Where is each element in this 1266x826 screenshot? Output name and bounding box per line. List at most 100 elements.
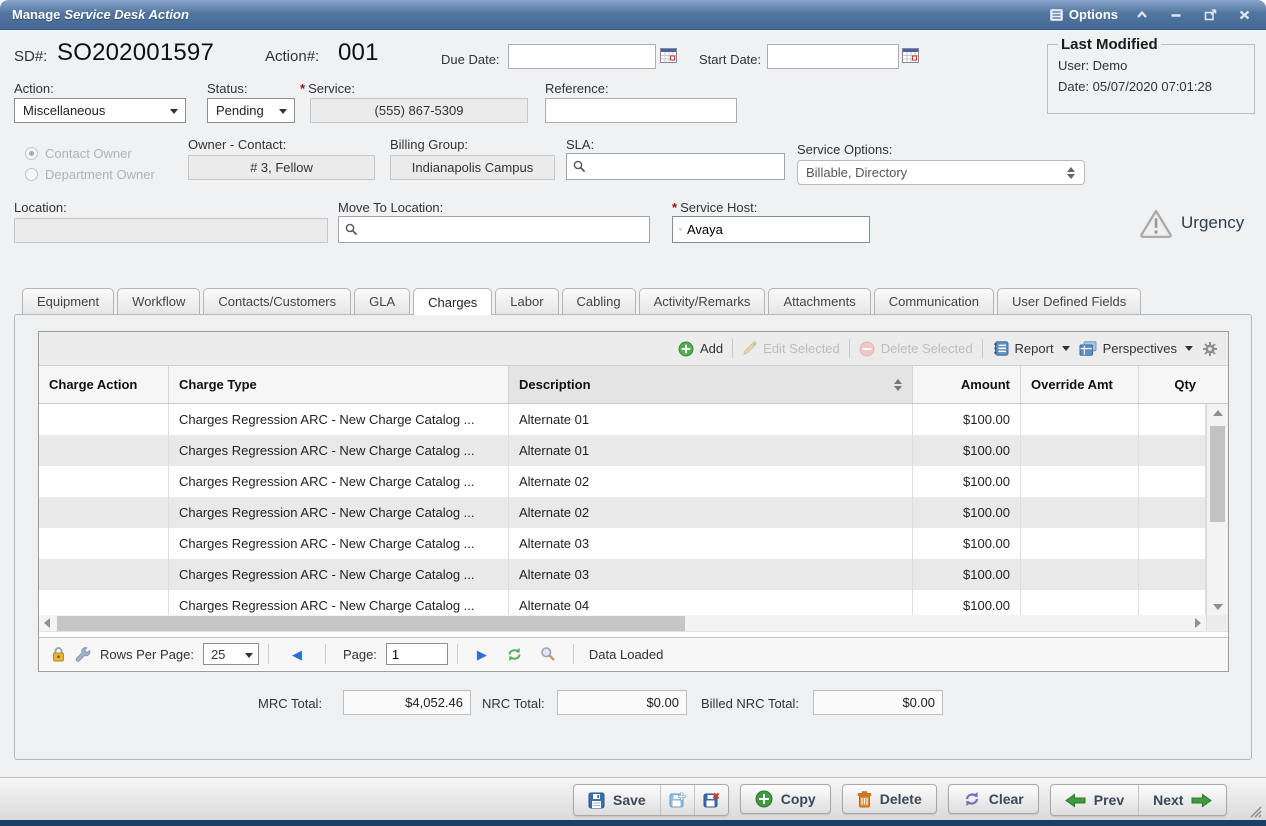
pager-divider (457, 644, 458, 664)
department-owner-label: Department Owner (45, 167, 155, 182)
sla-search-field[interactable] (566, 153, 785, 180)
options-button[interactable]: Options (1050, 7, 1118, 22)
copy-label: Copy (781, 791, 816, 807)
urgency-button[interactable]: Urgency (1139, 208, 1244, 238)
delete-selected-label: Delete Selected (881, 341, 973, 356)
move-to-location-search-field[interactable] (338, 216, 650, 243)
contact-owner-radio[interactable]: Contact Owner (25, 146, 132, 161)
department-owner-radio[interactable]: Department Owner (25, 167, 155, 182)
table-row[interactable]: Charges Regression ARC - New Charge Cata… (39, 497, 1228, 528)
due-date-input[interactable] (508, 44, 656, 69)
save-button-group: Save (573, 784, 729, 816)
resize-grip[interactable] (1248, 804, 1262, 821)
horizontal-scroll-thumb[interactable] (57, 616, 685, 631)
grid-settings-button[interactable] (1202, 341, 1218, 357)
mrc-total-label: MRC Total: (258, 696, 322, 711)
status-select[interactable]: Pending (207, 98, 295, 123)
table-body: Charges Regression ARC - New Charge Cata… (39, 404, 1228, 615)
tab-user-defined-fields[interactable]: User Defined Fields (997, 288, 1141, 314)
tab-gla[interactable]: GLA (354, 288, 410, 314)
tab-attachments[interactable]: Attachments (768, 288, 870, 314)
column-header-qty[interactable]: Qty (1139, 366, 1206, 403)
start-date-input[interactable] (767, 44, 899, 69)
tab-equipment[interactable]: Equipment (22, 288, 114, 314)
action-select[interactable]: Miscellaneous (14, 98, 186, 123)
table-row[interactable]: Charges Regression ARC - New Charge Cata… (39, 466, 1228, 497)
gear-icon (1202, 341, 1218, 357)
delete-selected-button[interactable]: Delete Selected (859, 341, 973, 357)
cell-qty (1139, 466, 1206, 497)
last-modified-date: Date: 05/07/2020 07:01:28 (1058, 76, 1244, 97)
perspectives-button[interactable]: Perspectives (1079, 341, 1193, 356)
rows-per-page-select[interactable]: 25 (203, 643, 259, 665)
start-date-calendar-icon[interactable] (902, 47, 919, 66)
column-header-override-amt[interactable]: Override Amt (1021, 366, 1139, 403)
prev-button[interactable]: Prev (1051, 785, 1139, 815)
window-title: ManageService Desk Action (12, 7, 189, 22)
save-button[interactable]: Save (574, 785, 661, 815)
tab-activity-remarks[interactable]: Activity/Remarks (639, 288, 766, 314)
cell-amount: $100.00 (913, 528, 1021, 559)
horizontal-scrollbar[interactable] (39, 615, 1228, 632)
edit-selected-button[interactable]: Edit Selected (742, 341, 840, 356)
wrench-icon[interactable] (75, 646, 91, 662)
move-to-location-input[interactable] (363, 222, 643, 237)
scroll-up-icon[interactable] (1207, 404, 1228, 421)
save-and-close-button[interactable] (695, 785, 728, 815)
vertical-scrollbar[interactable] (1206, 404, 1228, 615)
cell-amount: $100.00 (913, 497, 1021, 528)
scroll-left-icon[interactable] (39, 618, 55, 628)
column-header-charge-type[interactable]: Charge Type (169, 366, 509, 403)
add-button[interactable]: Add (678, 341, 723, 357)
column-header-amount[interactable]: Amount (913, 366, 1021, 403)
page-input[interactable] (386, 643, 448, 665)
scroll-right-icon[interactable] (1190, 618, 1206, 628)
lock-icon[interactable] (51, 646, 66, 662)
tab-communication[interactable]: Communication (874, 288, 994, 314)
copy-button[interactable]: Copy (740, 784, 831, 814)
cell-description: Alternate 02 (509, 497, 913, 528)
service-host-input[interactable] (687, 222, 863, 237)
vertical-scroll-thumb[interactable] (1210, 426, 1225, 522)
due-date-label: Due Date: (441, 52, 500, 67)
table-row[interactable]: Charges Regression ARC - New Charge Cata… (39, 404, 1228, 435)
reference-input[interactable] (545, 98, 737, 123)
scroll-down-icon[interactable] (1207, 598, 1228, 615)
radio-selected-icon (25, 147, 38, 160)
due-date-calendar-icon[interactable] (660, 47, 677, 66)
column-header-charge-action[interactable]: Charge Action (39, 366, 169, 403)
tab-cabling[interactable]: Cabling (562, 288, 636, 314)
table-row[interactable]: Charges Regression ARC - New Charge Cata… (39, 590, 1228, 615)
tab-contacts-customers[interactable]: Contacts/Customers (203, 288, 351, 314)
refresh-icon[interactable] (506, 647, 523, 662)
collapse-icon[interactable] (1132, 7, 1152, 23)
popout-icon[interactable] (1200, 7, 1220, 23)
tab-workflow[interactable]: Workflow (117, 288, 200, 314)
tab-labor[interactable]: Labor (495, 288, 558, 314)
table-row[interactable]: Charges Regression ARC - New Charge Cata… (39, 435, 1228, 466)
table-row[interactable]: Charges Regression ARC - New Charge Cata… (39, 559, 1228, 590)
save-close-floppy-x-icon (703, 792, 720, 809)
column-header-description[interactable]: Description (509, 366, 913, 403)
save-and-new-button[interactable] (661, 785, 695, 815)
minimize-icon[interactable] (1166, 7, 1186, 23)
sort-icon (894, 379, 902, 391)
delete-button[interactable]: Delete (842, 784, 937, 814)
close-icon[interactable] (1234, 7, 1254, 23)
service-options-select[interactable]: Billable, Directory (797, 160, 1085, 185)
page-label: Page: (343, 647, 377, 662)
table-row[interactable]: Charges Regression ARC - New Charge Cata… (39, 528, 1228, 559)
report-button[interactable]: Report (992, 341, 1070, 356)
next-button[interactable]: Next (1139, 785, 1226, 815)
next-page-button[interactable]: ▶ (477, 648, 487, 661)
service-host-search-field[interactable] (672, 216, 870, 243)
sla-input[interactable] (591, 159, 778, 174)
clear-button[interactable]: Clear (948, 784, 1039, 814)
cell-charge-type: Charges Regression ARC - New Charge Cata… (169, 528, 509, 559)
cell-charge-action (39, 528, 169, 559)
tab-charges[interactable]: Charges (413, 288, 492, 315)
toolbar-divider (982, 339, 983, 358)
cell-qty (1139, 528, 1206, 559)
prev-page-button[interactable]: ◀ (292, 648, 302, 661)
grid-search-icon[interactable] (540, 646, 556, 662)
